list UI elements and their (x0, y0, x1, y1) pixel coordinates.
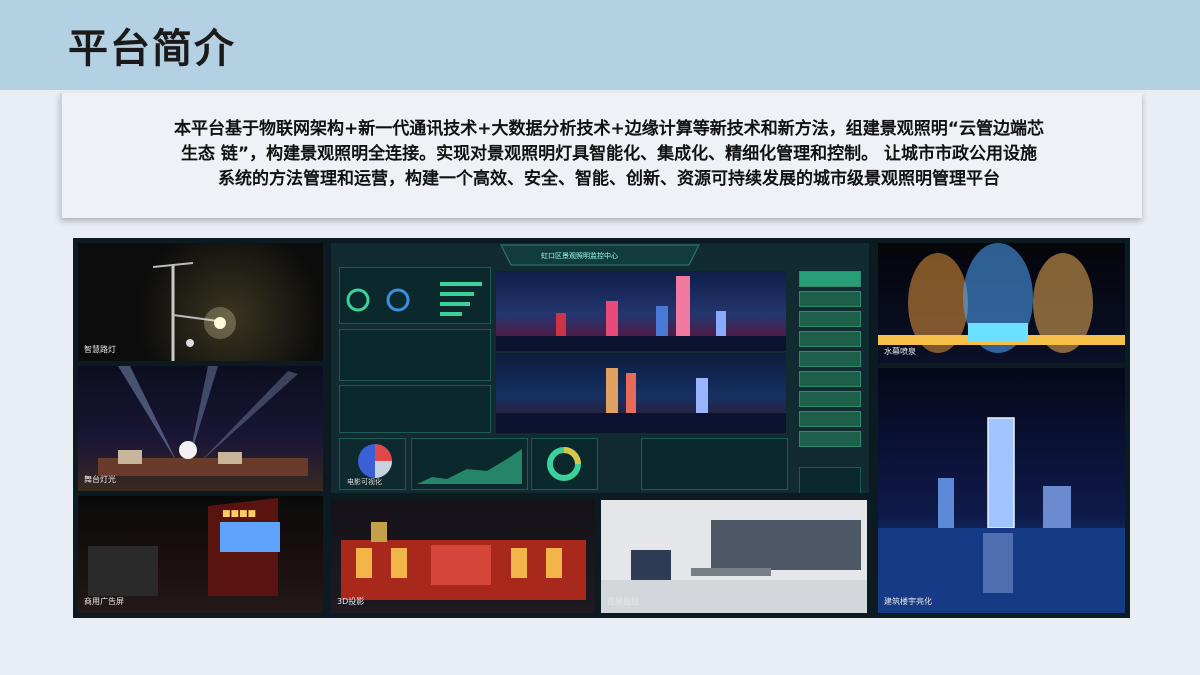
table-panel-1 (339, 329, 491, 381)
caption-building: 建筑楼宇亮化 (884, 597, 932, 606)
skyline-icon-1 (496, 276, 786, 351)
menu-button-3[interactable] (799, 311, 861, 327)
city-night-image-1 (496, 271, 786, 351)
pie-caption: 电影可视化 (347, 478, 382, 486)
menu-button-2[interactable] (799, 291, 861, 307)
menu-button-5[interactable] (799, 351, 861, 367)
donut-panel (531, 438, 598, 490)
menu-button-1[interactable] (799, 271, 861, 287)
caption-stage-light: 舞台灯光 (84, 475, 116, 484)
donut-chart-icon (547, 447, 581, 481)
caption-street-light: 智慧路灯 (84, 345, 116, 354)
city-night-image-2 (496, 353, 786, 433)
caption-projection: 3D投影 (337, 597, 365, 606)
caption-monitoring: 视频监控 (607, 597, 639, 606)
photo-collage: 智慧路灯 舞台灯光 ■■■■ 商用广告屏 虹口区景观照明监控中心 电影可视化 水… (73, 238, 1130, 618)
stage-beams-icon (98, 366, 308, 476)
menu-button-7[interactable] (799, 391, 861, 407)
intro-line-3: 系统的方法管理和运营，构建一个高效、安全、智能、创新、资源可持续发展的城市级景观… (218, 169, 1000, 189)
control-room-icon (601, 520, 867, 613)
building-lighting-photo: 建筑楼宇亮化 (878, 368, 1125, 613)
caption-fountain: 水幕喷泉 (884, 347, 916, 356)
info-panel (799, 467, 861, 493)
caption-billboard: 商用广告屏 (84, 597, 124, 606)
gauge-icons (346, 282, 482, 316)
dashboard-title: 虹口区景观照明监控中心 (541, 252, 618, 260)
fountain-photo: 水幕喷泉 (878, 243, 1125, 363)
monitoring-room-photo: 视频监控 (601, 500, 867, 613)
menu-button-6[interactable] (799, 371, 861, 387)
svg-text:■■■■: ■■■■ (222, 509, 256, 519)
area-chart-icon (417, 449, 522, 484)
intro-line-2: 生态 链”，构建景观照明全连接。实现对景观照明灯具智能化、集成化、精细化管理和控… (180, 144, 1037, 164)
fountain-icon (878, 243, 1125, 353)
menu-button-9[interactable] (799, 431, 861, 447)
header-bar: 平台简介 (0, 0, 1200, 90)
stats-panel (339, 267, 491, 324)
intro-text: 本平台基于物联网架构+新一代通讯技术+大数据分析技术+边缘计算等新技术和新方法，… (94, 117, 1124, 192)
stage-light-photo: 舞台灯光 (78, 366, 323, 491)
page-title: 平台简介 (68, 26, 236, 72)
skyline-icon-2 (496, 368, 786, 433)
tower-icon (878, 417, 1125, 613)
dashboard-menu (799, 271, 861, 493)
intro-line-1: 本平台基于物联网架构+新一代通讯技术+大数据分析技术+边缘计算等新技术和新方法，… (174, 119, 1044, 139)
menu-button-4[interactable] (799, 331, 861, 347)
street-light-photo: 智慧路灯 (78, 243, 323, 361)
list-panel (641, 438, 788, 490)
dashboard-screenshot: 虹口区景观照明监控中心 电影可视化 (331, 243, 869, 493)
table-panel-2 (339, 385, 491, 433)
intro-box: 本平台基于物联网架构+新一代通讯技术+大数据分析技术+边缘计算等新技术和新方法，… (60, 93, 1142, 218)
area-panel (411, 438, 528, 490)
projection-photo: 3D投影 (331, 500, 595, 613)
billboard-photo: ■■■■ 商用广告屏 (78, 496, 323, 613)
projection-building-icon (341, 522, 586, 600)
menu-button-8[interactable] (799, 411, 861, 427)
